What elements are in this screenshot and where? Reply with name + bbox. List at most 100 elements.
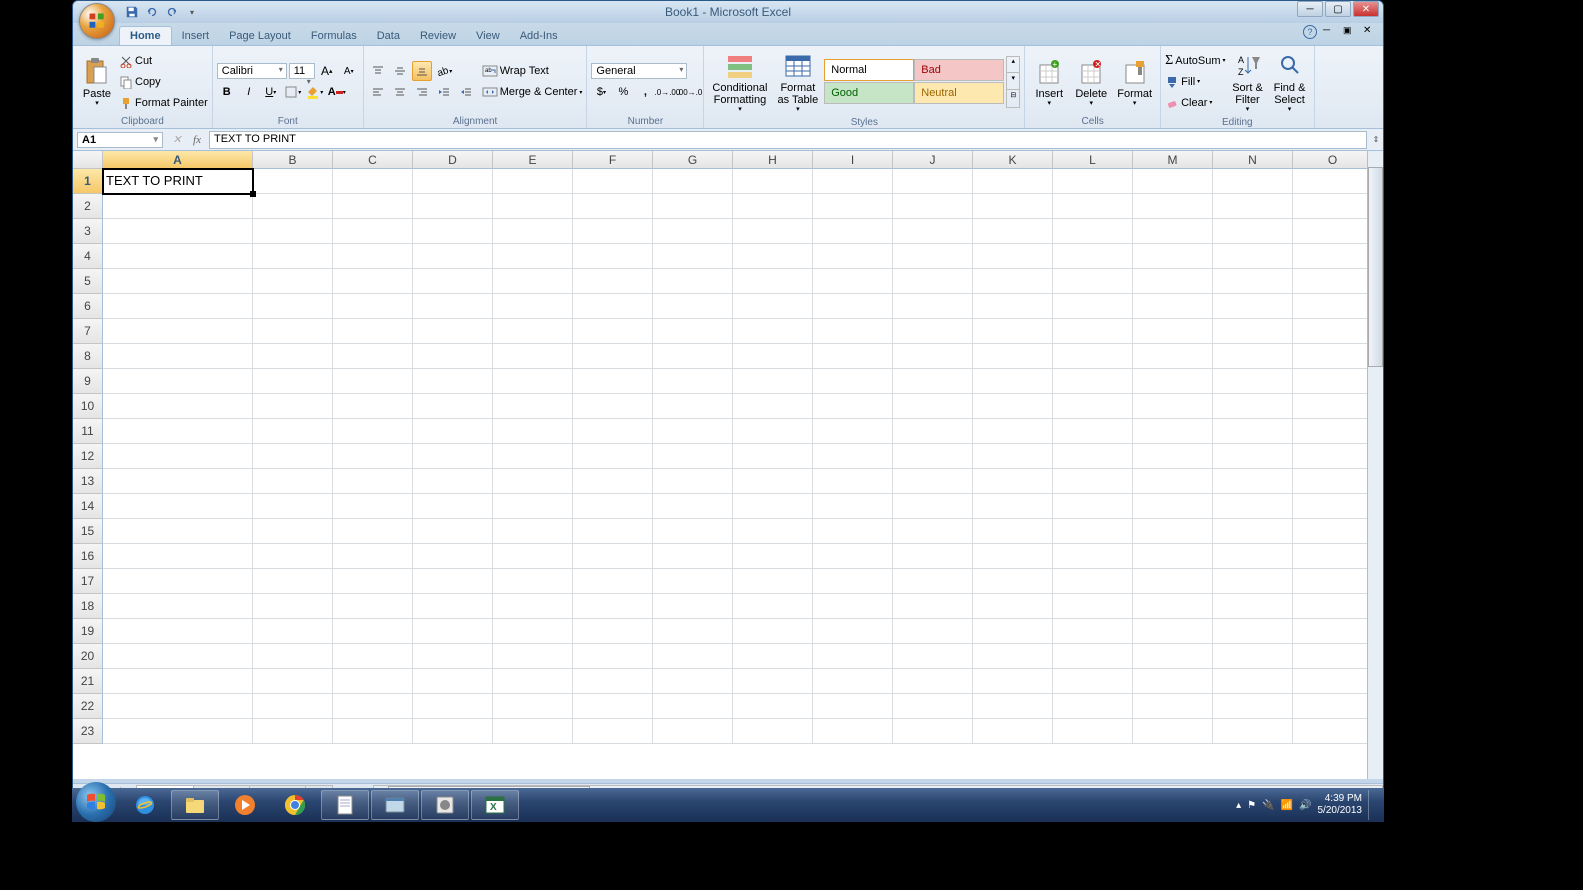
cell[interactable] xyxy=(1213,694,1293,719)
cell[interactable] xyxy=(733,294,813,319)
cell[interactable] xyxy=(413,719,493,744)
column-header[interactable]: H xyxy=(733,151,813,169)
row-header[interactable]: 2 xyxy=(73,194,103,219)
tray-power-icon[interactable]: 🔌 xyxy=(1262,800,1274,811)
cell[interactable] xyxy=(733,269,813,294)
cell[interactable] xyxy=(1053,194,1133,219)
cell[interactable] xyxy=(493,219,573,244)
cell[interactable] xyxy=(893,444,973,469)
cell[interactable] xyxy=(1133,394,1213,419)
cell[interactable] xyxy=(1053,569,1133,594)
cell[interactable] xyxy=(103,719,253,744)
cell[interactable] xyxy=(733,244,813,269)
cell[interactable] xyxy=(1213,194,1293,219)
cell[interactable] xyxy=(893,644,973,669)
column-header[interactable]: D xyxy=(413,151,493,169)
cell[interactable] xyxy=(1133,319,1213,344)
cell[interactable] xyxy=(253,369,333,394)
cell[interactable] xyxy=(1293,269,1373,294)
increase-indent-button[interactable] xyxy=(456,82,476,102)
cell[interactable] xyxy=(813,469,893,494)
cell[interactable] xyxy=(1053,619,1133,644)
cell[interactable] xyxy=(493,719,573,744)
cell[interactable] xyxy=(413,644,493,669)
cell[interactable] xyxy=(573,494,653,519)
format-as-table-button[interactable]: Format as Table ▾ xyxy=(773,48,822,116)
cell[interactable] xyxy=(413,369,493,394)
cell[interactable] xyxy=(573,394,653,419)
cell[interactable] xyxy=(493,294,573,319)
font-size-select[interactable]: 11 xyxy=(289,63,315,79)
cell[interactable] xyxy=(253,294,333,319)
cell[interactable] xyxy=(813,244,893,269)
cell[interactable] xyxy=(1213,494,1293,519)
cell[interactable] xyxy=(893,244,973,269)
tab-formulas[interactable]: Formulas xyxy=(301,27,367,45)
row-header[interactable]: 20 xyxy=(73,644,103,669)
row-header[interactable]: 12 xyxy=(73,444,103,469)
cell[interactable] xyxy=(333,344,413,369)
cell[interactable] xyxy=(1133,719,1213,744)
bold-button[interactable]: B xyxy=(217,82,237,102)
cell[interactable] xyxy=(973,444,1053,469)
cell[interactable] xyxy=(493,644,573,669)
cell[interactable] xyxy=(333,669,413,694)
cell[interactable] xyxy=(733,194,813,219)
cell[interactable] xyxy=(1293,669,1373,694)
cell[interactable] xyxy=(333,394,413,419)
cell[interactable] xyxy=(573,319,653,344)
cell[interactable] xyxy=(733,169,813,194)
tab-view[interactable]: View xyxy=(466,27,510,45)
cell[interactable] xyxy=(103,344,253,369)
font-family-select[interactable]: Calibri xyxy=(217,63,287,79)
cell[interactable] xyxy=(973,394,1053,419)
cell[interactable] xyxy=(1213,344,1293,369)
tab-addins[interactable]: Add-Ins xyxy=(510,27,568,45)
cancel-formula-icon[interactable]: ✕ xyxy=(167,133,187,146)
row-header[interactable]: 15 xyxy=(73,519,103,544)
cell[interactable] xyxy=(573,569,653,594)
cell[interactable] xyxy=(893,269,973,294)
vertical-scrollbar[interactable] xyxy=(1367,151,1383,779)
conditional-formatting-button[interactable]: Conditional Formatting ▾ xyxy=(708,48,771,116)
column-header[interactable]: A xyxy=(103,151,253,169)
taskbar-media[interactable] xyxy=(221,790,269,820)
underline-button[interactable]: U▾ xyxy=(261,82,281,102)
cell[interactable] xyxy=(653,244,733,269)
cell[interactable] xyxy=(1053,444,1133,469)
cell[interactable] xyxy=(103,644,253,669)
cell[interactable] xyxy=(1133,644,1213,669)
cell[interactable] xyxy=(333,694,413,719)
cell[interactable] xyxy=(653,619,733,644)
tab-review[interactable]: Review xyxy=(410,27,466,45)
cell[interactable] xyxy=(573,244,653,269)
row-header[interactable]: 3 xyxy=(73,219,103,244)
cell[interactable] xyxy=(333,594,413,619)
cell[interactable] xyxy=(1053,494,1133,519)
cell[interactable] xyxy=(813,519,893,544)
cell[interactable] xyxy=(813,394,893,419)
cell[interactable] xyxy=(893,544,973,569)
cell[interactable] xyxy=(1213,719,1293,744)
cell[interactable] xyxy=(813,494,893,519)
column-header[interactable]: J xyxy=(893,151,973,169)
cell[interactable] xyxy=(973,344,1053,369)
cell[interactable] xyxy=(573,369,653,394)
cell[interactable] xyxy=(103,369,253,394)
cell[interactable] xyxy=(1053,319,1133,344)
cell[interactable] xyxy=(333,319,413,344)
styles-more-icon[interactable]: ⊟ xyxy=(1007,91,1019,107)
cell[interactable] xyxy=(103,469,253,494)
cell[interactable] xyxy=(1053,244,1133,269)
cell[interactable] xyxy=(893,419,973,444)
merge-center-button[interactable]: Merge & Center ▾ xyxy=(482,82,583,102)
cell[interactable] xyxy=(103,519,253,544)
row-header[interactable]: 18 xyxy=(73,594,103,619)
cell[interactable] xyxy=(973,719,1053,744)
cell[interactable] xyxy=(253,344,333,369)
cell[interactable] xyxy=(813,269,893,294)
align-right-button[interactable] xyxy=(412,82,432,102)
cell[interactable] xyxy=(733,219,813,244)
cell[interactable] xyxy=(573,344,653,369)
cell[interactable] xyxy=(1053,419,1133,444)
